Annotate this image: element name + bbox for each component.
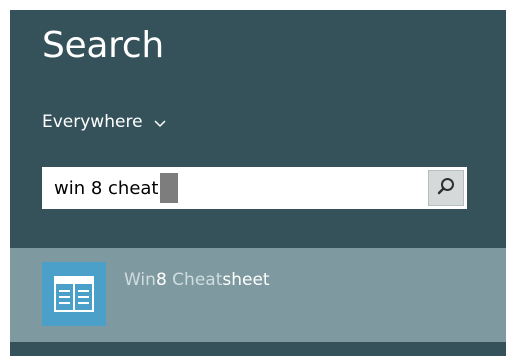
chevron-down-icon: [153, 115, 167, 129]
search-query-text: win 8 cheat: [54, 177, 159, 199]
search-result-label: Win8 Cheatsheet: [124, 270, 270, 290]
result-label-part: Win: [124, 270, 156, 290]
search-scope-label: Everywhere: [42, 112, 143, 132]
text-cursor: [159, 173, 178, 203]
search-icon: [436, 176, 456, 200]
search-title: Search: [42, 25, 164, 66]
search-pane: Search Everywhere win 8 cheat Win8 Cheat…: [10, 10, 506, 356]
result-label-part: Cheat: [166, 270, 223, 290]
search-box: win 8 cheat: [42, 167, 467, 209]
search-input[interactable]: win 8 cheat: [42, 167, 422, 209]
search-result-item[interactable]: Win8 Cheatsheet: [10, 248, 506, 342]
search-button[interactable]: [428, 170, 464, 206]
result-label-match: 8: [155, 270, 167, 290]
result-label-match: sheet: [222, 270, 270, 290]
search-scope-dropdown[interactable]: Everywhere: [42, 110, 167, 134]
cheatsheet-app-icon: [42, 262, 106, 326]
